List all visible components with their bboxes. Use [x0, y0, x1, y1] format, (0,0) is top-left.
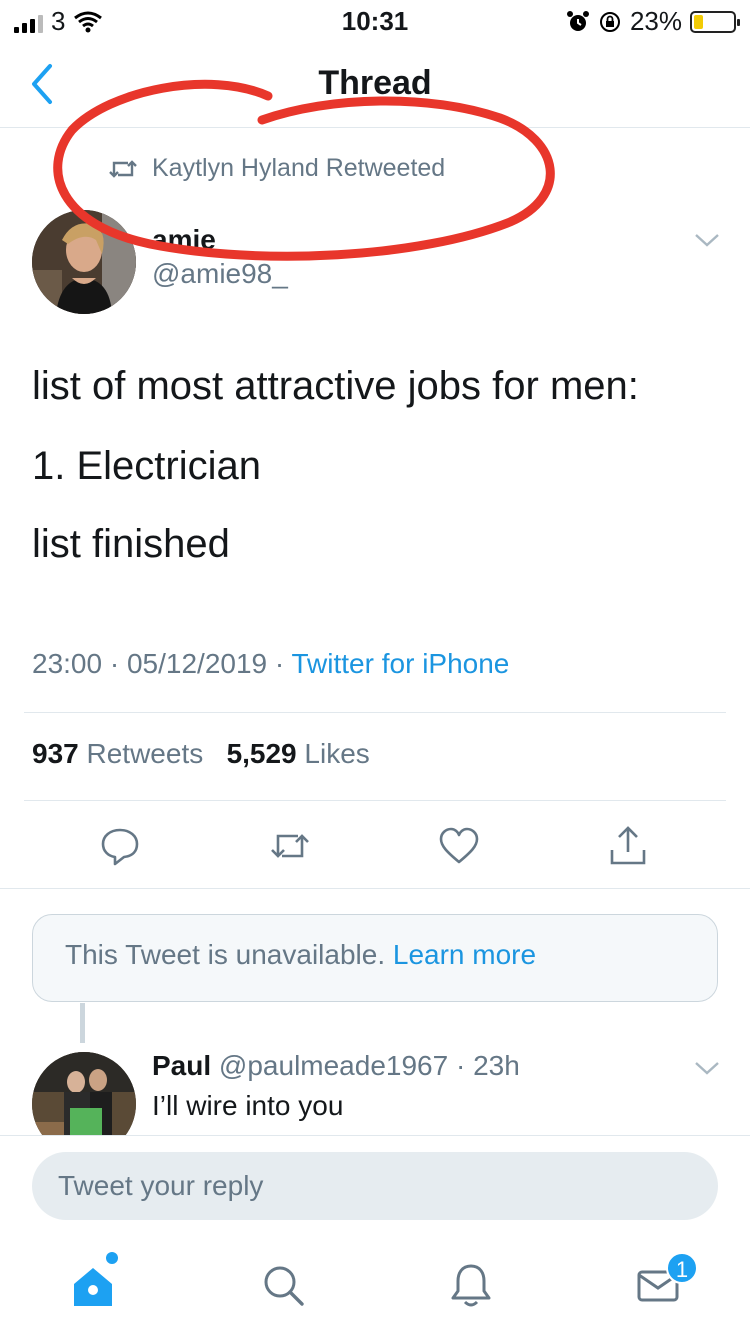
reply-header: Paul @paulmeade1967 · 23h — [152, 1050, 520, 1082]
tweet-text-line: list finished — [32, 522, 230, 566]
retweeted-by[interactable]: Kaytlyn Hyland Retweeted — [108, 154, 445, 183]
reply-text: I’ll wire into you — [152, 1090, 344, 1121]
reply-icon[interactable] — [98, 824, 142, 868]
divider — [24, 800, 726, 801]
retweet-count[interactable]: 937 — [32, 738, 79, 769]
reply-author-name[interactable]: Paul — [152, 1050, 211, 1081]
learn-more-link[interactable]: Learn more — [393, 939, 536, 970]
retweeted-by-label: Kaytlyn Hyland Retweeted — [152, 154, 446, 182]
divider — [0, 888, 750, 889]
messages-badge: 1 — [666, 1252, 698, 1284]
reply-input[interactable] — [32, 1152, 718, 1220]
page-title: Thread — [318, 64, 432, 102]
avatar[interactable] — [32, 210, 136, 314]
chevron-down-icon[interactable] — [694, 1060, 720, 1076]
tweet-source-link[interactable]: Twitter for iPhone — [292, 648, 510, 679]
search-icon[interactable] — [258, 1260, 308, 1310]
tweet-time: 23:00 — [32, 648, 103, 679]
home-icon[interactable] — [68, 1260, 118, 1310]
reply-author-handle[interactable]: @paulmeade1967 — [219, 1050, 448, 1081]
unavailable-tweet-notice: This Tweet is unavailable. Learn more — [32, 914, 718, 1002]
tweet-meta: 23:00 · 05/12/2019 · Twitter for iPhone — [32, 648, 510, 679]
home-new-dot — [106, 1252, 118, 1264]
unavailable-message: This Tweet is unavailable. — [65, 939, 386, 970]
author-name[interactable]: amie — [152, 224, 216, 256]
tweet-text-line: 1. Electrician — [32, 444, 261, 488]
tweet-text-line: list of most attractive jobs for men: — [32, 364, 639, 408]
notifications-icon[interactable] — [446, 1260, 496, 1310]
battery-percent: 23% — [629, 6, 682, 36]
retweet-label[interactable]: Retweets — [87, 738, 204, 769]
reply-separator: · — [455, 1050, 466, 1081]
tweet-date: 05/12/2019 — [126, 648, 268, 679]
alarm-icon — [566, 10, 589, 31]
battery-icon — [690, 10, 740, 33]
divider — [24, 712, 726, 713]
author-handle[interactable]: @amie98_ — [152, 258, 288, 290]
status-bar: 3 10:31 23% — [0, 0, 750, 40]
retweet-icon[interactable] — [268, 824, 312, 868]
orientation-lock-icon — [599, 11, 620, 32]
like-count[interactable]: 5,529 — [227, 738, 297, 769]
nav-header: Thread — [0, 46, 750, 128]
tweet-stats: 937 Retweets 5,529 Likes — [32, 738, 370, 770]
like-icon[interactable] — [437, 824, 481, 868]
share-icon[interactable] — [606, 824, 650, 868]
like-label[interactable]: Likes — [304, 738, 369, 769]
tweet-actions — [0, 820, 750, 876]
retweet-small-icon — [109, 159, 137, 178]
chevron-down-icon[interactable] — [694, 232, 720, 248]
thread-connector — [80, 1003, 85, 1043]
reply-age: 23h — [473, 1050, 520, 1081]
